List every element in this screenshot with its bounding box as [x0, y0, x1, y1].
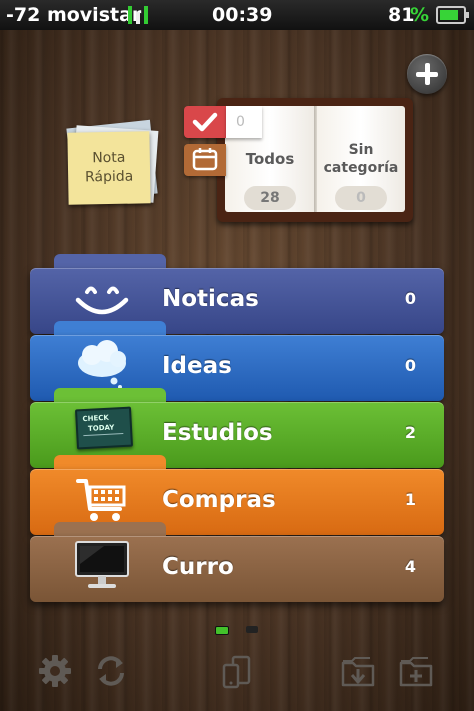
chalkboard-line2: TODAY — [87, 423, 115, 433]
quick-note-line2: Rápida — [84, 168, 134, 186]
all-tasks-title: Todos — [245, 150, 295, 168]
folder-name: Ideas — [162, 353, 232, 379]
chalkboard-icon: CHECK TODAY — [74, 404, 134, 456]
page-indicator-inactive[interactable] — [246, 626, 258, 633]
cloud-icon — [78, 340, 126, 389]
completed-tab[interactable] — [184, 106, 226, 138]
quick-note-button[interactable]: Nota Rápida — [64, 119, 160, 210]
uncategorized-title-line1: Sin — [348, 142, 374, 158]
battery-icon — [436, 6, 469, 24]
cart-icon — [76, 479, 126, 521]
folder-count: 0 — [404, 289, 416, 308]
gear-icon[interactable] — [37, 653, 73, 689]
folder-name: Compras — [162, 487, 276, 513]
clock-label: 00:39 — [212, 4, 273, 26]
smile-icon — [75, 286, 129, 315]
add-button[interactable] — [407, 54, 447, 94]
folder-count: 2 — [404, 423, 416, 442]
quick-note-label: Nota Rápida — [67, 131, 151, 205]
battery-percent-symbol: % — [410, 4, 430, 26]
folder-name: Curro — [162, 554, 234, 580]
signal-icon — [128, 6, 150, 24]
folder-download-icon[interactable] — [340, 653, 376, 689]
page-indicator-active[interactable] — [215, 626, 229, 635]
folder-name: Noticas — [162, 286, 259, 312]
carrier-label: -72 movistar — [6, 4, 142, 26]
sync-icon[interactable] — [93, 653, 129, 689]
folder-name: Estudios — [162, 420, 273, 446]
calendar-tab[interactable] — [184, 144, 226, 176]
devices-icon[interactable] — [219, 653, 255, 689]
chalkboard-line1: CHECK — [82, 413, 110, 424]
all-tasks-count: 28 — [244, 186, 296, 210]
folder-curro[interactable]: Curro 4 — [30, 522, 444, 602]
quick-note-line1: Nota — [92, 149, 126, 167]
folder-count: 1 — [404, 490, 416, 509]
folder-count: 0 — [404, 356, 416, 375]
uncategorized-title-line2: categoría — [323, 160, 399, 176]
status-bar: -72 movistar 00:39 81 % — [0, 0, 474, 30]
folder-add-icon[interactable] — [398, 653, 434, 689]
completed-count: 0 — [226, 106, 262, 138]
calendar-icon — [192, 148, 218, 171]
folder-count: 4 — [404, 557, 416, 576]
uncategorized-count: 0 — [335, 186, 387, 210]
monitor-icon — [75, 541, 129, 588]
uncategorized-page[interactable]: Sin categoría 0 — [317, 106, 405, 212]
checkmark-icon — [192, 112, 218, 132]
